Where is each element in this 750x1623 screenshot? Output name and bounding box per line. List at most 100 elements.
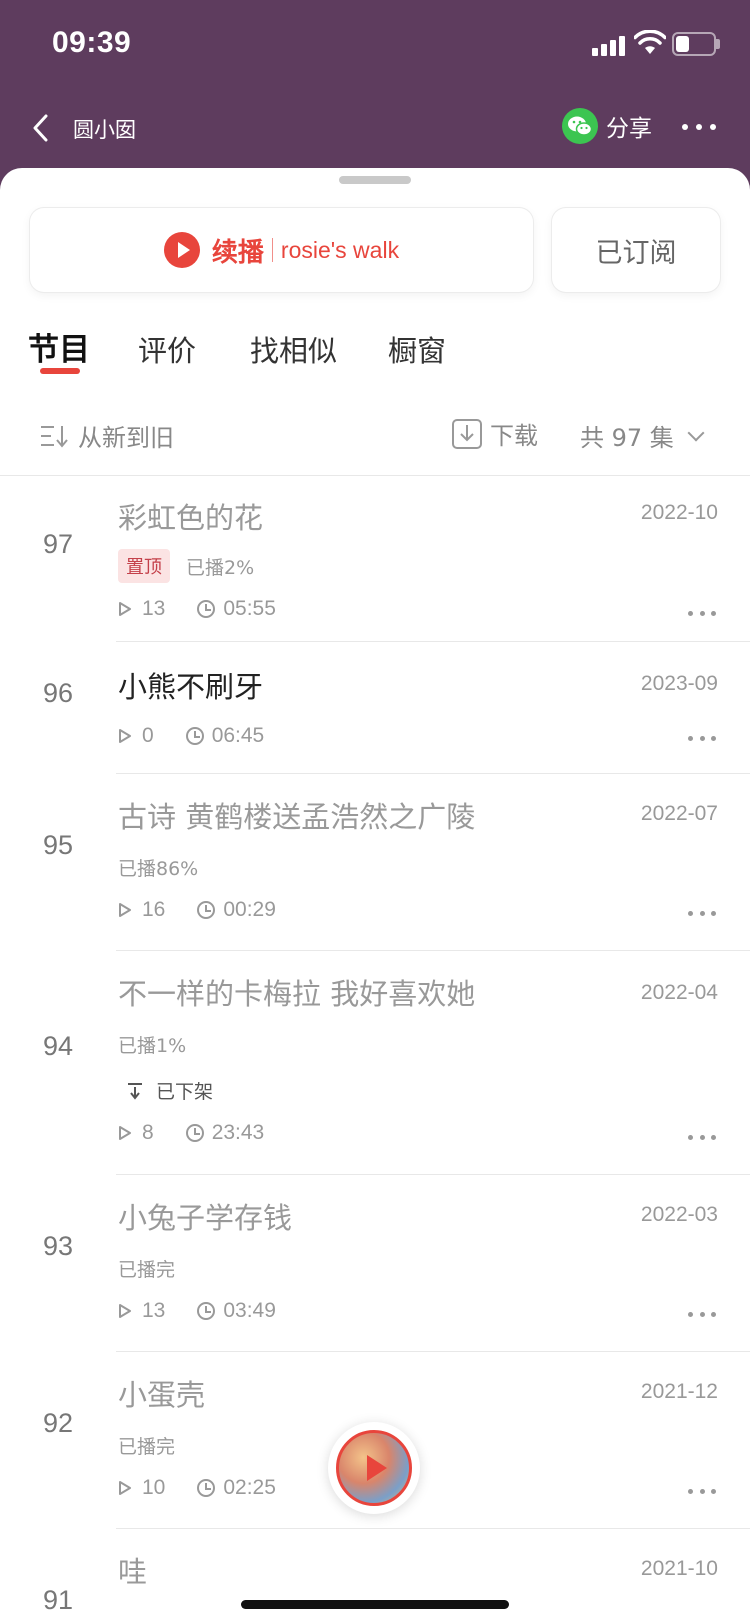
tab-underline xyxy=(40,368,80,374)
removed-label: 已下架 xyxy=(156,1081,214,1103)
tab-bar: 节目 评价 找相似 橱窗 xyxy=(0,328,750,388)
list-item[interactable]: 94 不一样的卡梅拉 我好喜欢她 2022-04 已播1% 已下架 8 23:4… xyxy=(0,951,750,1175)
episode-meta: 8 23:43 xyxy=(118,1121,264,1145)
sort-icon xyxy=(41,425,68,448)
battery-level xyxy=(676,36,689,52)
episode-tags: 已播完 xyxy=(118,1255,175,1282)
list-item[interactable]: 96 小熊不刷牙 2023-09 0 06:45 xyxy=(0,642,750,774)
episode-title: 古诗 黄鹤楼送孟浩然之广陵 xyxy=(118,800,476,834)
resume-play-button[interactable]: 续播 rosie's walk xyxy=(30,208,533,292)
play-progress: 已播完 xyxy=(118,1436,176,1458)
episode-date: 2022-07 xyxy=(640,802,718,825)
play-count-icon xyxy=(119,729,131,743)
download-icon xyxy=(452,418,482,449)
episode-number: 91 xyxy=(42,1585,74,1615)
share-button[interactable]: 分享 xyxy=(562,106,652,146)
episode-number: 95 xyxy=(42,830,74,860)
play-count: 0 xyxy=(142,724,154,747)
episode-meta: 13 05:55 xyxy=(118,597,276,621)
subscribe-button[interactable]: 已订阅 xyxy=(552,208,720,292)
clock-icon xyxy=(197,1302,216,1320)
play-progress: 已播1% xyxy=(118,1035,187,1057)
play-count-icon xyxy=(119,1126,131,1140)
play-progress: 已播2% xyxy=(186,556,255,579)
episode-title: 彩虹色的花 xyxy=(118,501,264,535)
sort-label: 从新到旧 xyxy=(78,424,174,452)
list-toolbar: 从新到旧 下载 共 97 集 xyxy=(0,400,750,476)
episode-number: 97 xyxy=(42,529,74,559)
tab-similar[interactable]: 找相似 xyxy=(250,328,337,370)
more-horizontal-icon[interactable] xyxy=(688,611,716,617)
episode-meta: 13 03:49 xyxy=(118,1299,276,1323)
duration: 06:45 xyxy=(211,724,265,747)
episode-number: 94 xyxy=(42,1031,74,1061)
list-item[interactable]: 97 彩虹色的花 2022-10 置顶 已播2% 13 05:55 xyxy=(0,477,750,642)
duration: 03:49 xyxy=(223,1299,276,1322)
download-button[interactable]: 下载 xyxy=(452,416,538,451)
clock-icon xyxy=(197,600,216,618)
list-item[interactable]: 95 古诗 黄鹤楼送孟浩然之广陵 2022-07 已播86% 16 00:29 xyxy=(0,774,750,951)
status-time: 09:39 xyxy=(52,26,132,59)
resume-episode-title: rosie's walk xyxy=(280,236,400,263)
play-count: 8 xyxy=(142,1121,154,1144)
mini-player-button[interactable] xyxy=(328,1422,420,1514)
episode-meta: 16 00:29 xyxy=(118,898,276,922)
album-cover-play-icon xyxy=(336,1430,412,1506)
cellular-signal-icon xyxy=(592,34,628,56)
play-progress: 已播86% xyxy=(118,858,199,880)
duration: 23:43 xyxy=(211,1121,265,1144)
episode-tags: 置顶 已播2% xyxy=(118,549,254,583)
resume-label: 续播 xyxy=(211,237,264,268)
clock-icon xyxy=(185,727,204,745)
more-horizontal-icon[interactable] xyxy=(688,736,716,742)
list-item[interactable]: 93 小兔子学存钱 2022-03 已播完 13 03:49 xyxy=(0,1175,750,1352)
chevron-down-icon xyxy=(687,424,705,441)
home-indicator[interactable] xyxy=(241,1600,509,1609)
share-label: 分享 xyxy=(606,116,652,142)
more-horizontal-icon[interactable] xyxy=(688,1135,716,1141)
episode-count-label: 共 97 集 xyxy=(580,424,674,452)
nav-bar: 圆小囡 分享 xyxy=(0,90,750,170)
album-sheet: 续播 rosie's walk 已订阅 节目 评价 找相似 橱窗 从新到旧 下载… xyxy=(0,168,750,1623)
episode-title: 小熊不刷牙 xyxy=(118,670,264,704)
removed-status: 已下架 xyxy=(126,1077,213,1104)
episode-count-button[interactable]: 共 97 集 xyxy=(580,418,705,453)
episode-title: 不一样的卡梅拉 我好喜欢她 xyxy=(118,977,476,1011)
duration: 05:55 xyxy=(223,597,276,620)
episode-date: 2022-03 xyxy=(640,1203,718,1226)
episode-title: 哇 xyxy=(118,1555,148,1589)
battery-icon xyxy=(672,32,716,56)
pinned-badge: 置顶 xyxy=(118,549,170,583)
chevron-left-icon[interactable] xyxy=(26,108,56,148)
episode-date: 2023-09 xyxy=(640,672,718,695)
episode-date: 2021-12 xyxy=(640,1380,718,1403)
episode-date: 2022-10 xyxy=(640,501,718,524)
tab-showcase[interactable]: 橱窗 xyxy=(388,328,446,370)
play-count: 13 xyxy=(142,1299,166,1322)
tab-reviews[interactable]: 评价 xyxy=(138,328,196,370)
sort-button[interactable]: 从新到旧 xyxy=(40,418,174,453)
more-horizontal-icon[interactable] xyxy=(688,1489,716,1495)
download-label: 下载 xyxy=(490,422,538,450)
drag-handle[interactable] xyxy=(339,176,411,184)
more-horizontal-icon[interactable] xyxy=(688,1312,716,1318)
tab-programs[interactable]: 节目 xyxy=(28,324,90,369)
clock-icon xyxy=(197,901,216,919)
episode-tags: 已播完 xyxy=(118,1432,175,1459)
clock-icon xyxy=(185,1124,204,1142)
episode-number: 93 xyxy=(42,1231,74,1261)
episode-meta: 0 06:45 xyxy=(118,724,264,748)
play-icon xyxy=(163,232,200,268)
wifi-icon xyxy=(634,30,666,54)
play-count-icon xyxy=(119,903,131,917)
nav-title: 圆小囡 xyxy=(73,118,136,142)
clock-icon xyxy=(197,1479,216,1497)
resume-separator xyxy=(271,238,273,262)
wechat-icon xyxy=(562,108,598,144)
episode-tags: 已播1% xyxy=(118,1031,186,1058)
duration: 00:29 xyxy=(223,898,276,921)
more-horizontal-icon[interactable] xyxy=(688,911,716,917)
play-count: 16 xyxy=(142,898,166,921)
play-count: 10 xyxy=(142,1476,166,1499)
more-horizontal-icon[interactable] xyxy=(682,124,716,134)
